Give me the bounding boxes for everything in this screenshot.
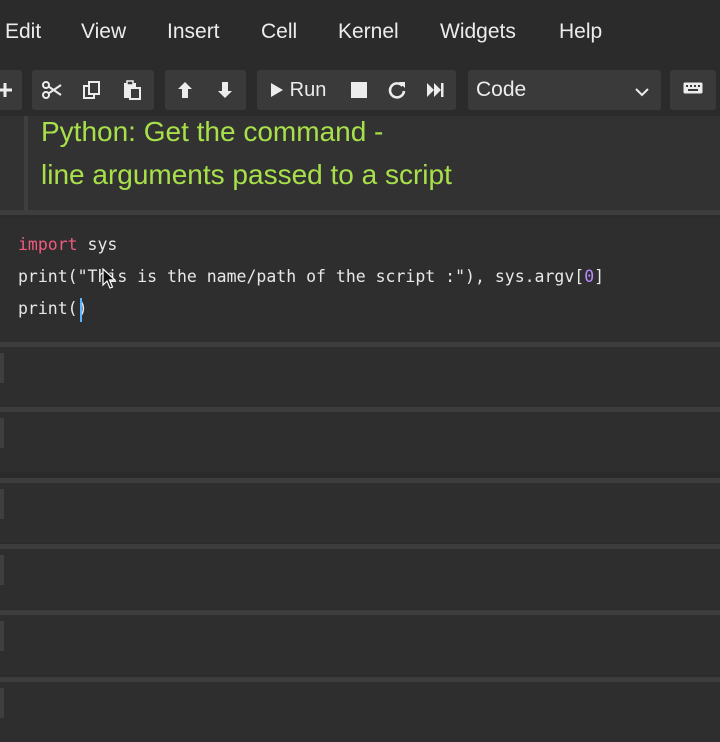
- menu-help[interactable]: Help: [559, 19, 602, 45]
- cut-button[interactable]: [32, 70, 72, 110]
- cell-prompt-bar: [0, 489, 4, 519]
- code-number: 0: [584, 267, 595, 286]
- cell-prompt-bar: [24, 116, 28, 210]
- notebook-container: Python: Get the command - line arguments…: [0, 116, 720, 742]
- text-caret: [80, 298, 82, 322]
- paste-button[interactable]: [112, 70, 152, 110]
- arrow-down-icon: [217, 81, 233, 99]
- cell-type-dropdown[interactable]: Code: [468, 70, 661, 110]
- toolbar: Run Code: [0, 64, 720, 116]
- empty-cell[interactable]: [0, 682, 720, 742]
- menu-cell[interactable]: Cell: [261, 19, 297, 45]
- keyboard-icon: [683, 81, 703, 99]
- empty-cell[interactable]: [0, 412, 720, 472]
- menu-view[interactable]: View: [81, 19, 126, 45]
- mouse-cursor-icon: [102, 267, 117, 295]
- menu-insert[interactable]: Insert: [167, 19, 220, 45]
- restart-button[interactable]: [377, 70, 417, 110]
- empty-cell[interactable]: [0, 483, 720, 543]
- copy-icon: [83, 81, 101, 99]
- refresh-icon: [388, 81, 406, 99]
- markdown-cell[interactable]: Python: Get the command - line arguments…: [0, 116, 720, 210]
- code-text: ]: [594, 267, 605, 286]
- empty-cell[interactable]: [0, 615, 720, 675]
- menu-kernel[interactable]: Kernel: [338, 19, 399, 45]
- add-cell-button[interactable]: [0, 70, 22, 110]
- move-button-group: [165, 70, 246, 110]
- run-all-button[interactable]: [415, 70, 455, 110]
- chevron-down-icon: [635, 84, 649, 102]
- play-icon: [270, 82, 284, 98]
- run-label: Run: [289, 78, 327, 101]
- scissors-icon: [42, 81, 62, 99]
- cell-prompt-bar: [0, 688, 4, 718]
- cell-prompt-bar: [0, 418, 4, 448]
- code-text: sys: [77, 235, 118, 254]
- empty-cell[interactable]: [0, 549, 720, 609]
- command-palette-button[interactable]: [670, 70, 716, 110]
- fast-forward-icon: [426, 82, 444, 98]
- stop-icon: [351, 82, 367, 98]
- cell-prompt-bar: [0, 353, 4, 383]
- run-button-group: Run: [257, 70, 456, 110]
- paste-icon: [123, 80, 141, 100]
- interrupt-button[interactable]: [339, 70, 379, 110]
- menu-widgets[interactable]: Widgets: [440, 19, 516, 45]
- run-button[interactable]: Run: [257, 70, 339, 110]
- cell-prompt-bar: [0, 621, 4, 651]
- arrow-up-icon: [177, 81, 193, 99]
- cell-divider: [0, 210, 720, 215]
- cell-type-value: Code: [476, 78, 527, 101]
- code-keyword: import: [18, 235, 78, 254]
- move-up-button[interactable]: [165, 70, 205, 110]
- copy-button[interactable]: [72, 70, 112, 110]
- markdown-heading-line-1: Python: Get the command -: [41, 116, 384, 147]
- menu-edit[interactable]: Edit: [5, 19, 41, 45]
- plus-icon: [0, 70, 22, 110]
- clipboard-button-group: [32, 70, 154, 110]
- cell-prompt-bar: [0, 555, 4, 585]
- move-down-button[interactable]: [205, 70, 245, 110]
- code-line-1: import sys: [18, 235, 117, 255]
- empty-cell[interactable]: [0, 347, 720, 407]
- markdown-heading-line-2: line arguments passed to a script: [41, 159, 452, 190]
- code-line-3: print(): [18, 299, 88, 318]
- menu-bar: Edit View Insert Cell Kernel Widgets Hel…: [0, 0, 720, 65]
